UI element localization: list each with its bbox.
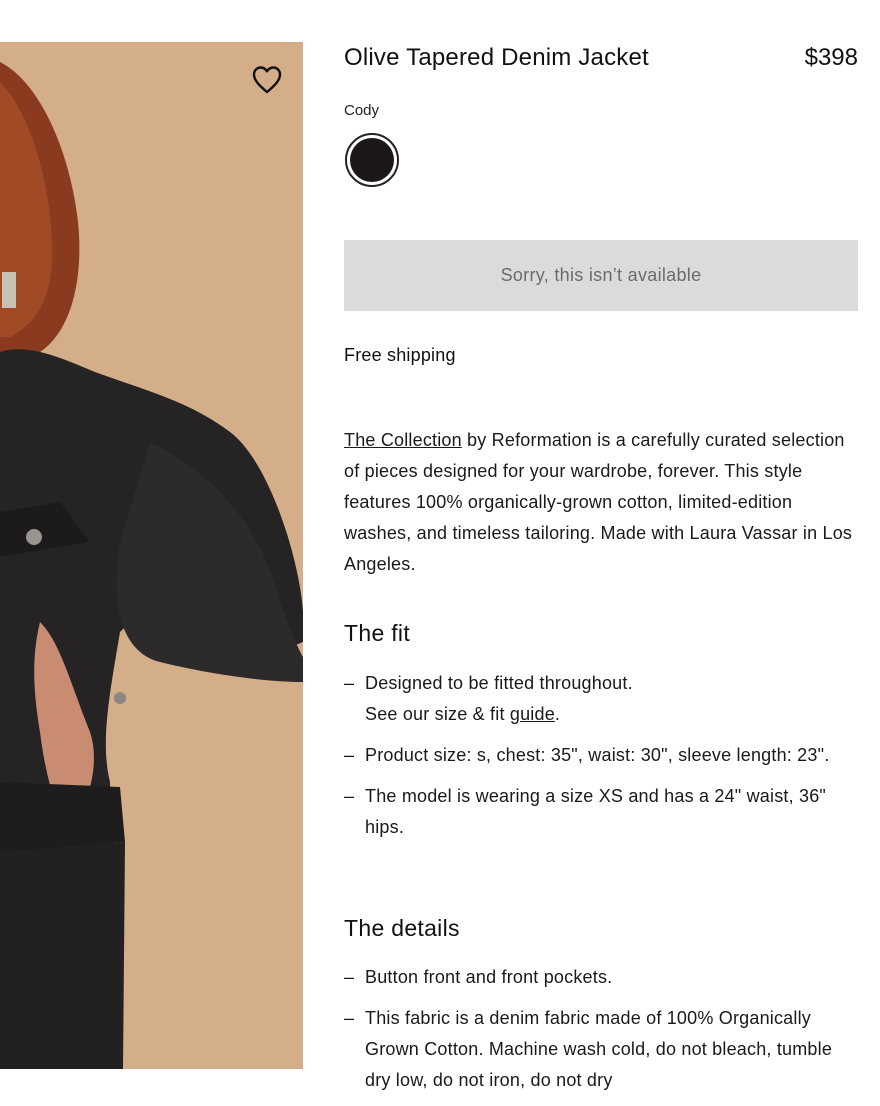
product-description: The Collection by Reformation is a caref… (344, 425, 858, 580)
product-title: Olive Tapered Denim Jacket (344, 44, 649, 71)
details-list: – Button front and front pockets. – This… (344, 962, 858, 1106)
collection-link[interactable]: The Collection (344, 430, 462, 450)
details-heading: The details (344, 915, 460, 941)
favorite-button[interactable] (250, 64, 284, 96)
color-swatch-fill (350, 138, 394, 182)
heart-outline-icon (252, 66, 282, 94)
color-swatch[interactable] (345, 133, 399, 187)
fit-list: – Designed to be fitted throughout. See … (344, 668, 858, 853)
list-item: – Button front and front pockets. (344, 962, 858, 993)
description-text: by Reformation is a carefully curated se… (344, 430, 853, 574)
details-item-2: This fabric is a denim fabric made of 10… (365, 1008, 833, 1090)
fit-item-3: The model is wearing a size XS and has a… (365, 786, 827, 837)
fit-heading: The fit (344, 620, 411, 646)
list-item: – Product size: s, chest: 35", waist: 30… (344, 740, 858, 771)
list-item: – The model is wearing a size XS and has… (344, 781, 858, 843)
fit-item-1-line1: Designed to be fitted throughout. (365, 673, 633, 693)
details-item-1: Button front and front pockets. (365, 967, 613, 987)
list-item: – Designed to be fitted throughout. See … (344, 668, 858, 730)
product-price: $398 (804, 44, 858, 71)
fit-item-1-suffix: . (554, 704, 561, 724)
fit-item-1-line2: See our size & fit (365, 704, 510, 724)
bullet-dash: – (344, 1008, 355, 1028)
bullet-dash: – (344, 786, 355, 806)
list-item: – This fabric is a denim fabric made of … (344, 1003, 858, 1096)
unavailable-button[interactable]: Sorry, this isn’t available (344, 240, 858, 311)
color-name: Cody (344, 102, 380, 119)
size-guide-link[interactable]: guide (510, 704, 555, 724)
fit-item-2: Product size: s, chest: 35", waist: 30",… (365, 745, 830, 765)
bullet-dash: – (344, 745, 355, 765)
bullet-dash: – (344, 673, 355, 693)
bullet-dash: – (344, 967, 355, 987)
model-illustration (0, 42, 303, 1069)
shipping-info: Free shipping (344, 345, 456, 365)
product-photo (0, 42, 303, 1069)
